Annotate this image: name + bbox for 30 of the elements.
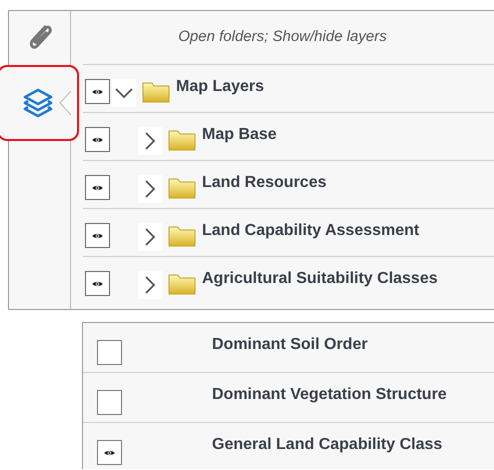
chevron-down-icon [115, 88, 133, 98]
pointer-icon [59, 91, 71, 115]
chevron-right-icon [145, 132, 155, 150]
layer-name: Dominant Vegetation Structure [212, 385, 447, 405]
layer-name: Map Base [202, 125, 277, 145]
visibility-toggle[interactable] [97, 440, 122, 465]
expand-button[interactable] [138, 223, 162, 251]
layer-name: Dominant Soil Order [212, 335, 368, 355]
chevron-right-icon [145, 180, 155, 198]
expand-button[interactable] [138, 271, 162, 299]
expand-button[interactable] [138, 127, 162, 155]
visibility-toggle[interactable] [85, 175, 110, 200]
layer-name: General Land Capability Class [212, 435, 442, 455]
visibility-checkbox[interactable] [97, 390, 122, 415]
visibility-toggle[interactable] [85, 271, 110, 296]
visibility-toggle[interactable] [85, 127, 110, 152]
layers-tab[interactable] [0, 65, 79, 141]
chevron-right-icon [145, 276, 155, 294]
visibility-toggle[interactable] [85, 223, 110, 248]
layer-name: Map Layers [176, 77, 264, 97]
expand-button[interactable] [138, 175, 162, 203]
layer-name: Land Capability Assessment [202, 221, 420, 241]
layer-name: Agricultural Suitability Classes [202, 269, 438, 289]
visibility-checkbox[interactable] [97, 340, 122, 365]
panel-hint: Open folders; Show/hide layers [178, 27, 387, 48]
layers-icon [22, 87, 54, 119]
visibility-toggle[interactable] [85, 79, 110, 104]
layer-name: Land Resources [202, 173, 326, 193]
collapse-button[interactable] [112, 79, 136, 107]
chevron-right-icon [145, 228, 155, 246]
